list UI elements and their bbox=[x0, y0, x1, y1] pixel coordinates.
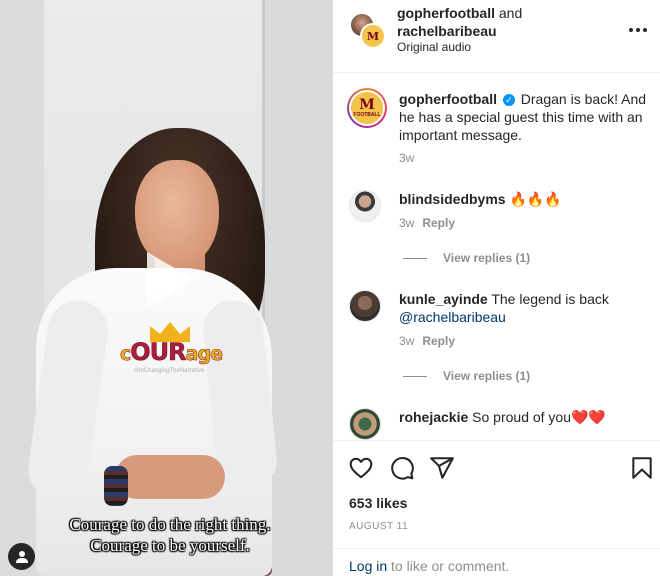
verified-badge-icon: ✓ bbox=[502, 94, 515, 107]
avatar-rohejackie[interactable] bbox=[349, 408, 381, 440]
post-details-panel: M gopherfootball and rachelbaribeau Orig… bbox=[332, 0, 660, 576]
video-subtitles: Courage to do the right thing. Courage t… bbox=[20, 514, 320, 556]
avatar-gopherfootball[interactable]: M bbox=[360, 23, 386, 49]
caption-time[interactable]: 3w bbox=[399, 151, 414, 165]
comment-text: The legend is back bbox=[491, 291, 609, 307]
author-link-2[interactable]: rachelbaribeau bbox=[397, 23, 497, 39]
login-link[interactable]: Log in bbox=[349, 558, 387, 574]
post-header: M gopherfootball and rachelbaribeau Orig… bbox=[333, 0, 660, 73]
share-icon[interactable] bbox=[429, 455, 455, 481]
comment-username[interactable]: blindsidedbyms bbox=[399, 191, 506, 207]
avatar-gopherfootball-story[interactable]: M FOOTBALL bbox=[347, 88, 387, 128]
person-hands bbox=[115, 455, 225, 499]
bracelets bbox=[104, 466, 128, 506]
comment-mention[interactable]: @rachelbaribeau bbox=[399, 309, 506, 325]
replies-divider bbox=[403, 257, 427, 259]
post-actions: 653 likes AUGUST 11 bbox=[333, 440, 660, 548]
comment: blindsidedbyms 🔥🔥🔥 bbox=[399, 190, 649, 208]
tagged-users-button[interactable] bbox=[8, 543, 35, 570]
view-replies-button[interactable]: View replies (1) bbox=[403, 369, 530, 383]
subtitle-line-2: Courage to be yourself. bbox=[90, 536, 250, 555]
video-player[interactable]: cOURage #ImChangingTheNarrative Courage … bbox=[0, 0, 332, 576]
comment-text: So proud of you❤️❤️ bbox=[472, 409, 606, 425]
user-icon bbox=[15, 550, 28, 563]
football-wordmark: FOOTBALL bbox=[353, 112, 381, 118]
caption-username[interactable]: gopherfootball bbox=[399, 91, 497, 107]
reply-button[interactable]: Reply bbox=[422, 334, 455, 348]
post-caption: gopherfootball ✓ Dragan is back! And he … bbox=[399, 90, 649, 144]
comment-username[interactable]: kunle_ayinde bbox=[399, 291, 488, 307]
shirt-logo-tagline: #ImChangingTheNarrative bbox=[133, 368, 205, 374]
avatar-blindsidedbyms[interactable] bbox=[349, 190, 381, 222]
author-link-1[interactable]: gopherfootball bbox=[397, 5, 495, 21]
heart-icon[interactable] bbox=[348, 455, 374, 481]
login-prompt: Log in to like or comment. bbox=[333, 548, 660, 576]
post-authors: gopherfootball and rachelbaribeau bbox=[397, 4, 522, 40]
comment: kunle_ayinde The legend is back @rachelb… bbox=[399, 290, 649, 326]
audio-link[interactable]: Original audio bbox=[397, 40, 471, 54]
comments-list[interactable]: M FOOTBALL gopherfootball ✓ Dragan is ba… bbox=[333, 74, 660, 440]
comment-time[interactable]: 3w bbox=[399, 334, 414, 348]
comment-icon[interactable] bbox=[389, 455, 415, 481]
comment: rohejackie So proud of you❤️❤️ bbox=[399, 408, 649, 426]
reply-button[interactable]: Reply bbox=[422, 216, 455, 230]
shirt-logo-word: cOURage bbox=[120, 338, 224, 367]
comment-meta: 3w Reply bbox=[399, 216, 455, 230]
minnesota-m-icon: M bbox=[366, 29, 380, 43]
bookmark-icon[interactable] bbox=[629, 455, 655, 481]
comment-time[interactable]: 3w bbox=[399, 216, 414, 230]
author-joiner: and bbox=[498, 5, 523, 21]
play-icon bbox=[147, 252, 195, 308]
background-wall-right bbox=[265, 0, 332, 576]
more-options-icon[interactable] bbox=[629, 22, 649, 38]
avatar-kunle-ayinde[interactable] bbox=[349, 290, 381, 322]
comment-text: 🔥🔥🔥 bbox=[509, 191, 562, 207]
comment-username[interactable]: rohejackie bbox=[399, 409, 468, 425]
shirt-logo: cOURage #ImChangingTheNarrative bbox=[120, 322, 224, 384]
likes-count[interactable]: 653 likes bbox=[349, 495, 407, 511]
login-prompt-text: to like or comment. bbox=[391, 558, 510, 574]
subtitle-line-1: Courage to do the right thing. bbox=[69, 515, 271, 534]
view-replies-button[interactable]: View replies (1) bbox=[403, 251, 530, 265]
play-button[interactable] bbox=[133, 246, 201, 314]
minnesota-m-icon: M bbox=[359, 97, 375, 113]
replies-divider bbox=[403, 375, 427, 377]
post-date[interactable]: AUGUST 11 bbox=[349, 521, 408, 532]
comment-meta: 3w Reply bbox=[399, 334, 455, 348]
